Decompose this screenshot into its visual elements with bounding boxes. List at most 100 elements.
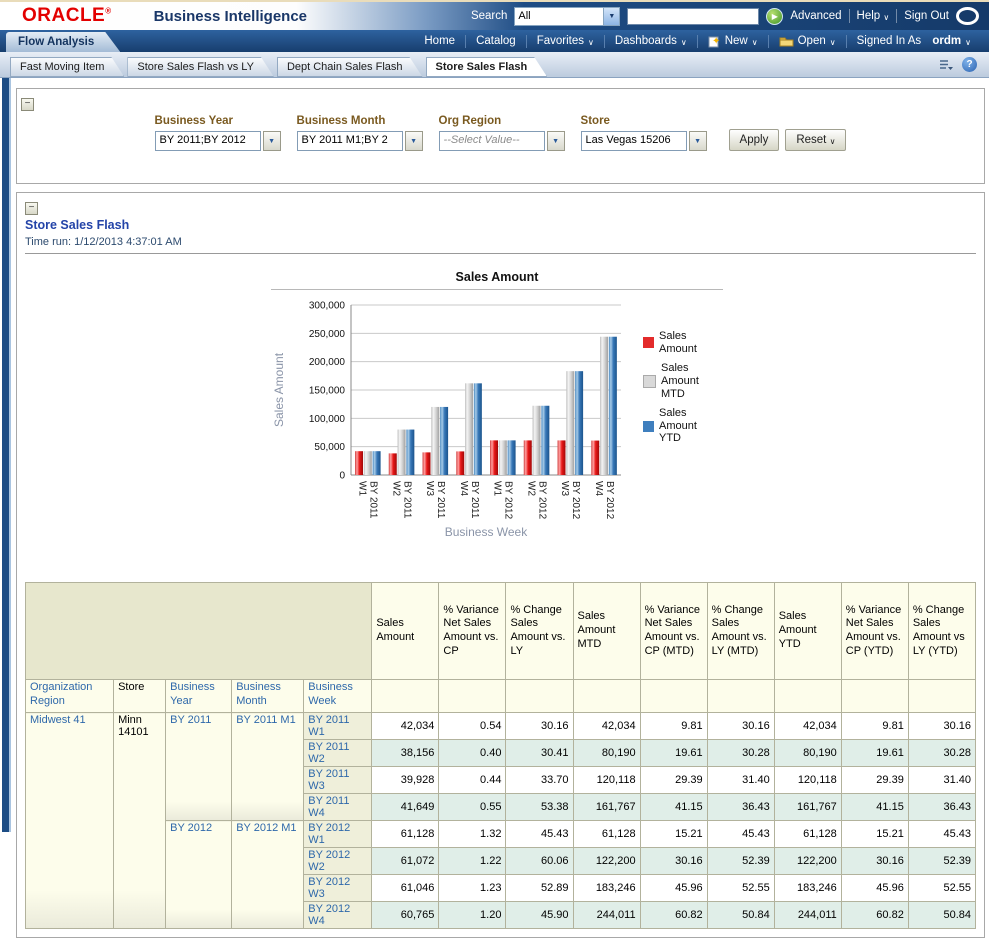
dashboard-navbar: Flow Analysis Home Catalog Favorites ∨ D… [0,30,989,52]
bar-sales-amount-ytd[interactable] [541,406,549,475]
dim-header[interactable]: Organization Region [26,680,114,713]
value-cell: 60.82 [841,902,908,929]
bar-sales-amount[interactable] [389,453,397,475]
dashboard-page-tab[interactable]: Flow Analysis [6,32,120,52]
apply-button[interactable]: Apply [729,129,780,151]
business-week-link[interactable]: BY 2011 W2 [304,740,372,767]
help-menu[interactable]: Help ∨ [857,10,890,22]
business-week-link[interactable]: BY 2011 W1 [304,713,372,740]
bar-sales-amount-ytd[interactable] [373,451,381,475]
search-scope-select[interactable]: All ▼ [514,7,620,26]
bar-sales-amount-ytd[interactable] [508,440,516,475]
svg-text:50,000: 50,000 [314,442,345,453]
dim-header[interactable]: Business Week [304,680,372,713]
bar-sales-amount-ytd[interactable] [609,337,617,475]
sales-flash-table: Sales Amount% Variance Net Sales Amount … [25,582,976,929]
business-week-link[interactable]: BY 2011 W3 [304,767,372,794]
dim-header[interactable]: Business Month [232,680,304,713]
business-year-link[interactable]: BY 2011 [166,713,232,821]
signed-in-menu[interactable]: Signed In As ordm ∨ [847,35,981,47]
org-region-link[interactable]: Midwest 41 [26,713,114,929]
advanced-link[interactable]: Advanced [790,10,841,22]
filter-store: Store Las Vegas 15206 ▼ [581,115,707,151]
bar-sales-amount-mtd[interactable] [431,407,439,475]
business-year-link[interactable]: BY 2012 [166,821,232,929]
nav-dashboards[interactable]: Dashboards ∨ [605,35,697,47]
tab-dept-chain-sales-flash[interactable]: Dept Chain Sales Flash [277,57,423,77]
search-go-icon[interactable]: ▶ [766,8,783,25]
collapse-icon[interactable]: − [21,98,34,111]
bar-sales-amount[interactable] [591,441,599,475]
value-cell: 36.43 [707,794,774,821]
chevron-down-icon[interactable]: ▼ [263,131,281,151]
bar-sales-amount-mtd[interactable] [499,440,507,475]
bar-sales-amount[interactable] [524,440,532,475]
business-week-link[interactable]: BY 2012 W3 [304,875,372,902]
nav-open[interactable]: Open ∨ [769,35,846,47]
value-cell: 1.20 [439,902,506,929]
svg-text:200,000: 200,000 [309,357,346,368]
bar-sales-amount-mtd[interactable] [566,371,574,475]
bar-sales-amount-ytd[interactable] [474,383,482,475]
reset-button[interactable]: Reset ∨ [785,129,846,151]
bar-sales-amount-ytd[interactable] [575,371,583,475]
nav-new[interactable]: ✦ New ∨ [698,35,768,48]
chevron-down-icon[interactable]: ▼ [603,8,619,25]
nav-catalog[interactable]: Catalog [466,35,526,47]
value-cell: 80,190 [774,740,841,767]
business-week-link[interactable]: BY 2012 W1 [304,821,372,848]
tab-store-sales-flash[interactable]: Store Sales Flash [426,57,548,77]
bar-sales-amount[interactable] [490,440,498,475]
legend-swatch-icon [643,421,654,432]
collapse-icon[interactable]: − [25,202,38,215]
bar-sales-amount-mtd[interactable] [533,406,541,475]
chevron-down-icon[interactable]: ▼ [547,131,565,151]
bar-sales-amount-mtd[interactable] [398,430,406,475]
value-cell: 1.32 [439,821,506,848]
tab-store-sales-flash-vs-ly[interactable]: Store Sales Flash vs LY [127,57,274,77]
value-cell: 60,765 [372,902,439,929]
page-options-icon[interactable] [938,58,955,72]
chevron-down-icon[interactable]: ▼ [405,131,423,151]
value-cell: 45.90 [506,902,573,929]
value-cell: 120,118 [774,767,841,794]
business-week-link[interactable]: BY 2011 W4 [304,794,372,821]
org-region-select[interactable]: --Select Value-- ▼ [439,131,565,151]
value-cell: 30.16 [841,848,908,875]
value-cell: 52.39 [707,848,774,875]
nav-favorites[interactable]: Favorites ∨ [527,35,604,47]
legend-item: Sales Amount YTD [643,407,721,445]
bar-sales-amount-mtd[interactable] [600,337,608,475]
search-input[interactable] [627,8,759,25]
business-month-link[interactable]: BY 2011 M1 [232,713,304,821]
business-week-link[interactable]: BY 2012 W2 [304,848,372,875]
value-cell: 50.84 [707,902,774,929]
value-cell: 45.43 [707,821,774,848]
bar-sales-amount-mtd[interactable] [364,451,372,475]
nav-home[interactable]: Home [414,35,465,47]
chevron-down-icon[interactable]: ▼ [689,131,707,151]
value-cell: 161,767 [573,794,640,821]
business-year-select[interactable]: BY 2011;BY 2012 ▼ [155,131,281,151]
value-cell: 36.43 [908,794,975,821]
value-cell: 61,128 [774,821,841,848]
business-month-select[interactable]: BY 2011 M1;BY 2 ▼ [297,131,423,151]
business-month-link[interactable]: BY 2012 M1 [232,821,304,929]
dim-header[interactable]: Business Year [166,680,232,713]
store-select[interactable]: Las Vegas 15206 ▼ [581,131,707,151]
bar-sales-amount-mtd[interactable] [465,383,473,475]
tab-fast-moving-item[interactable]: Fast Moving Item [10,57,124,77]
sign-out-link[interactable]: Sign Out [904,10,949,22]
filter-business-year: Business Year BY 2011;BY 2012 ▼ [155,115,281,151]
bar-sales-amount[interactable] [456,451,464,475]
bar-sales-amount-ytd[interactable] [406,430,414,475]
bar-sales-amount[interactable] [355,451,363,475]
help-icon[interactable]: ? [962,57,977,72]
filter-label: Business Year [155,115,281,127]
bar-sales-amount[interactable] [423,452,431,475]
business-week-link[interactable]: BY 2012 W4 [304,902,372,929]
bar-sales-amount[interactable] [558,440,566,475]
y-axis-title: Sales Amount [272,352,286,427]
bar-sales-amount-ytd[interactable] [440,407,448,475]
measure-header: % Variance Net Sales Amount vs. CP (MTD) [640,583,707,680]
